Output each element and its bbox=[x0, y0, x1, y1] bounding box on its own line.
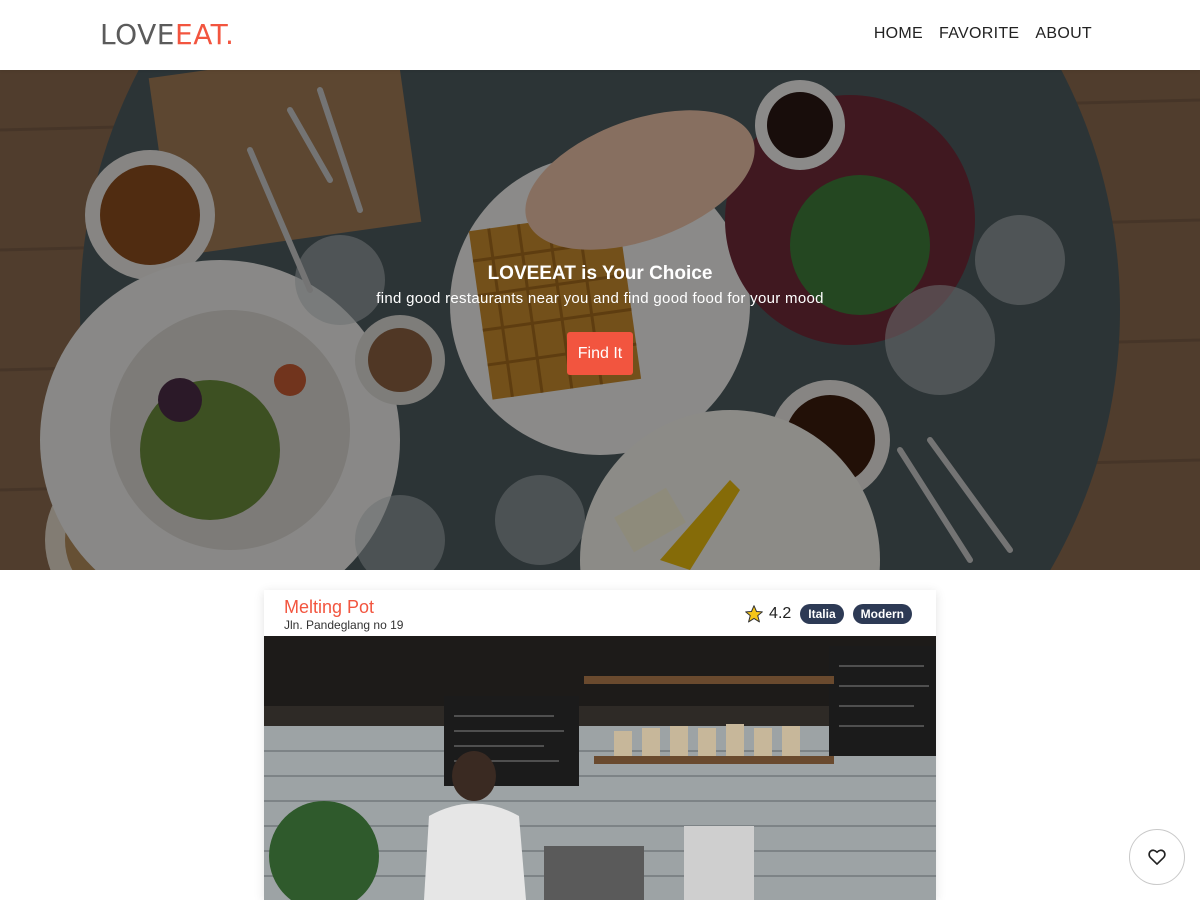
restaurant-tag: Italia bbox=[800, 604, 844, 624]
favorite-fab-button[interactable] bbox=[1129, 829, 1185, 885]
hero-overlay bbox=[0, 70, 1200, 570]
find-it-button[interactable]: Find It bbox=[567, 332, 633, 375]
main-nav: HOME FAVORITE ABOUT bbox=[874, 25, 1092, 43]
restaurant-tag: Modern bbox=[852, 604, 912, 624]
nav-home-link[interactable]: HOME bbox=[874, 25, 923, 43]
restaurant-rating: 4.2 bbox=[769, 605, 792, 622]
brand-logo-part2: EAT. bbox=[175, 18, 235, 51]
restaurant-meta: 4.2 Italia Modern bbox=[744, 604, 912, 624]
restaurant-name[interactable]: Melting Pot bbox=[284, 597, 374, 618]
restaurant-card[interactable]: Melting Pot Jln. Pandeglang no 19 4.2 It… bbox=[264, 590, 936, 900]
brand-logo-part1: LOVE bbox=[100, 18, 175, 51]
navbar: LOVEEAT. HOME FAVORITE ABOUT bbox=[0, 0, 1200, 70]
restaurant-address: Jln. Pandeglang no 19 bbox=[284, 618, 404, 632]
hero-subtitle: find good restaurants near you and find … bbox=[376, 290, 824, 307]
star-icon bbox=[745, 605, 763, 623]
hero-title: LOVEEAT is Your Choice bbox=[487, 263, 713, 284]
hero-section: LOVEEAT is Your Choice find good restaur… bbox=[0, 70, 1200, 570]
restaurant-image bbox=[264, 636, 936, 900]
brand-logo[interactable]: LOVEEAT. bbox=[100, 18, 234, 51]
nav-about-link[interactable]: ABOUT bbox=[1035, 25, 1092, 43]
heart-icon bbox=[1148, 849, 1166, 865]
nav-favorite-link[interactable]: FAVORITE bbox=[939, 25, 1019, 43]
